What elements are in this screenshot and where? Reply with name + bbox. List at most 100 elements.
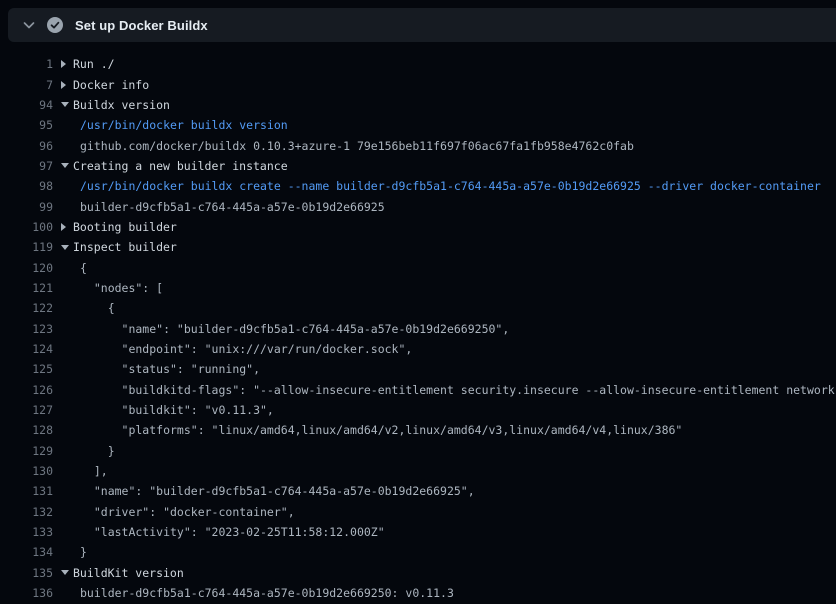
log-line: 121 "nodes": [ — [0, 278, 836, 298]
log-output-text: ], — [80, 464, 108, 478]
line-number[interactable]: 126 — [0, 383, 53, 397]
log-group-title: Creating a new builder instance — [73, 159, 288, 173]
triangle-down-icon[interactable] — [61, 245, 73, 250]
log-line[interactable]: 7 Docker info — [0, 74, 836, 94]
line-number[interactable]: 96 — [0, 139, 53, 153]
line-number[interactable]: 127 — [0, 403, 53, 417]
log-output-text: builder-d9cfb5a1-c764-445a-a57e-0b19d2e6… — [80, 586, 454, 600]
chevron-down-icon[interactable] — [21, 18, 36, 33]
triangle-right-icon[interactable] — [61, 60, 73, 68]
log-output-text: "driver": "docker-container", — [80, 505, 295, 519]
log-line: 124 "endpoint": "unix:///var/run/docker.… — [0, 339, 836, 359]
log-output-text: "endpoint": "unix:///var/run/docker.sock… — [80, 342, 412, 356]
log-output-text: "name": "builder-d9cfb5a1-c764-445a-a57e… — [80, 484, 475, 498]
log-output-text: builder-d9cfb5a1-c764-445a-a57e-0b19d2e6… — [80, 200, 385, 214]
log-output-text: "status": "running", — [80, 362, 260, 376]
log-line: 133 "lastActivity": "2023-02-25T11:58:12… — [0, 522, 836, 542]
log-output-text: } — [80, 545, 87, 559]
log-line: 130 ], — [0, 461, 836, 481]
triangle-right-icon[interactable] — [61, 81, 73, 89]
triangle-glyph — [61, 570, 69, 575]
log-group-title: Docker info — [73, 78, 149, 92]
log-group-title: BuildKit version — [73, 566, 184, 580]
line-number[interactable]: 133 — [0, 525, 53, 539]
triangle-glyph — [61, 245, 69, 250]
line-number[interactable]: 119 — [0, 240, 53, 254]
log-line: 99 builder-d9cfb5a1-c764-445a-a57e-0b19d2… — [0, 196, 836, 216]
triangle-down-icon[interactable] — [61, 570, 73, 575]
log-line: 122 { — [0, 298, 836, 318]
log-line: 123 "name": "builder-d9cfb5a1-c764-445a-… — [0, 318, 836, 338]
line-number[interactable]: 132 — [0, 505, 53, 519]
line-number[interactable]: 136 — [0, 586, 53, 600]
line-number[interactable]: 122 — [0, 301, 53, 315]
log-output-text: "nodes": [ — [80, 281, 163, 295]
triangle-right-icon[interactable] — [61, 223, 73, 231]
line-number[interactable]: 7 — [0, 78, 53, 92]
line-number[interactable]: 121 — [0, 281, 53, 295]
line-number[interactable]: 128 — [0, 423, 53, 437]
line-number[interactable]: 125 — [0, 362, 53, 376]
log-line: 95/usr/bin/docker buildx version — [0, 115, 836, 135]
line-number[interactable]: 94 — [0, 98, 53, 112]
log-line: 128 "platforms": "linux/amd64,linux/amd6… — [0, 420, 836, 440]
log-line[interactable]: 100 Booting builder — [0, 217, 836, 237]
line-number[interactable]: 1 — [0, 57, 53, 71]
triangle-glyph — [61, 81, 66, 89]
line-number[interactable]: 135 — [0, 566, 53, 580]
log-line: 125 "status": "running", — [0, 359, 836, 379]
triangle-down-icon[interactable] — [61, 102, 73, 107]
log-group-title: Inspect builder — [73, 240, 177, 254]
log-line: 131 "name": "builder-d9cfb5a1-c764-445a-… — [0, 481, 836, 501]
log-line: 134} — [0, 542, 836, 562]
log-line: 132 "driver": "docker-container", — [0, 502, 836, 522]
line-number[interactable]: 98 — [0, 179, 53, 193]
line-number[interactable]: 95 — [0, 118, 53, 132]
log-line: 126 "buildkitd-flags": "--allow-insecure… — [0, 380, 836, 400]
log-line[interactable]: 119 Inspect builder — [0, 237, 836, 257]
step-title: Set up Docker Buildx — [75, 18, 208, 33]
log-line[interactable]: 97 Creating a new builder instance — [0, 156, 836, 176]
log-line: 136 builder-d9cfb5a1-c764-445a-a57e-0b19d… — [0, 583, 836, 603]
log-line: 120 { — [0, 257, 836, 277]
log-line: 96 github.com/docker/buildx 0.10.3+azure-… — [0, 135, 836, 155]
log-line[interactable]: 1 Run ./ — [0, 54, 836, 74]
log-group-title: Buildx version — [73, 98, 170, 112]
log-line[interactable]: 94 Buildx version — [0, 95, 836, 115]
log-group-title: Run ./ — [73, 57, 115, 71]
triangle-glyph — [61, 223, 66, 231]
line-number[interactable]: 99 — [0, 200, 53, 214]
log-output-text: { — [80, 261, 87, 275]
triangle-glyph — [61, 163, 69, 168]
log-output-text: { — [80, 301, 115, 315]
triangle-down-icon[interactable] — [61, 163, 73, 168]
log-command-text: /usr/bin/docker buildx version — [80, 118, 288, 132]
line-number[interactable]: 97 — [0, 159, 53, 173]
line-number[interactable]: 131 — [0, 484, 53, 498]
log-output-text: } — [80, 444, 115, 458]
log-line[interactable]: 135 BuildKit version — [0, 563, 836, 583]
line-number[interactable]: 123 — [0, 322, 53, 336]
log-output-text: "buildkit": "v0.11.3", — [80, 403, 274, 417]
line-number[interactable]: 124 — [0, 342, 53, 356]
triangle-glyph — [61, 60, 66, 68]
log-output-text: "name": "builder-d9cfb5a1-c764-445a-a57e… — [80, 322, 509, 336]
log-output-text: "lastActivity": "2023-02-25T11:58:12.000… — [80, 525, 385, 539]
line-number[interactable]: 130 — [0, 464, 53, 478]
log-group-title: Booting builder — [73, 220, 177, 234]
line-number[interactable]: 100 — [0, 220, 53, 234]
line-number[interactable]: 129 — [0, 444, 53, 458]
log-output-text: github.com/docker/buildx 0.10.3+azure-1 … — [80, 139, 634, 153]
log-output-text: "platforms": "linux/amd64,linux/amd64/v2… — [80, 423, 682, 437]
log-line: 129 } — [0, 441, 836, 461]
log-line: 98/usr/bin/docker buildx create --name b… — [0, 176, 836, 196]
triangle-glyph — [61, 102, 69, 107]
check-circle-icon — [47, 17, 63, 33]
log-output: 1 Run ./ 7 Docker info 94 Buildx version 95/us… — [0, 54, 836, 603]
log-command-text: /usr/bin/docker buildx create --name bui… — [80, 179, 821, 193]
log-line: 127 "buildkit": "v0.11.3", — [0, 400, 836, 420]
line-number[interactable]: 120 — [0, 261, 53, 275]
step-header[interactable]: Set up Docker Buildx — [8, 8, 836, 42]
line-number[interactable]: 134 — [0, 545, 53, 559]
log-output-text: "buildkitd-flags": "--allow-insecure-ent… — [80, 383, 836, 397]
